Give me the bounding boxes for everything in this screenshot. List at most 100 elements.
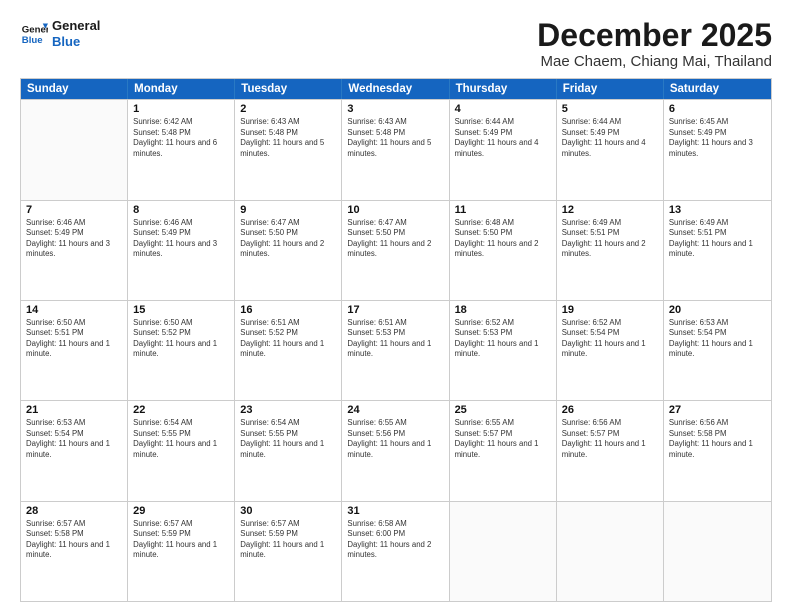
day-number: 2 [240, 103, 336, 115]
calendar-cell: 30Sunrise: 6:57 AM Sunset: 5:59 PM Dayli… [235, 502, 342, 601]
calendar-cell: 2 Sunrise: 6:43 AM Sunset: 5:48 PM Daylig… [235, 100, 342, 199]
cell-info: Sunrise: 6:49 AM Sunset: 5:51 PM Dayligh… [562, 218, 658, 260]
cell-info: Sunrise: 6:56 AM Sunset: 5:58 PM Dayligh… [669, 418, 766, 460]
calendar-cell [557, 502, 664, 601]
calendar-row: 14Sunrise: 6:50 AM Sunset: 5:51 PM Dayli… [21, 300, 771, 400]
weekday-header: Tuesday [235, 79, 342, 99]
day-number: 4 [455, 103, 551, 115]
calendar-cell: 14Sunrise: 6:50 AM Sunset: 5:51 PM Dayli… [21, 301, 128, 400]
cell-info: Sunrise: 6:43 AM Sunset: 5:48 PM Dayligh… [240, 117, 336, 159]
cell-info: Sunrise: 6:44 AM Sunset: 5:49 PM Dayligh… [562, 117, 658, 159]
cell-info: Sunrise: 6:49 AM Sunset: 5:51 PM Dayligh… [669, 218, 766, 260]
calendar-cell: 9 Sunrise: 6:47 AM Sunset: 5:50 PM Daylig… [235, 201, 342, 300]
cell-info: Sunrise: 6:57 AM Sunset: 5:59 PM Dayligh… [133, 519, 229, 561]
day-number: 7 [26, 204, 122, 216]
day-number: 27 [669, 404, 766, 416]
weekday-header: Wednesday [342, 79, 449, 99]
calendar-cell: 20 Sunrise: 6:53 AM Sunset: 5:54 PM Dayli… [664, 301, 771, 400]
calendar-row: 1 Sunrise: 6:42 AM Sunset: 5:48 PM Daylig… [21, 99, 771, 199]
cell-info: Sunrise: 6:52 AM Sunset: 5:53 PM Dayligh… [455, 318, 551, 360]
logo: General Blue General Blue [20, 18, 100, 49]
calendar-cell: 11 Sunrise: 6:48 AM Sunset: 5:50 PM Dayli… [450, 201, 557, 300]
day-number: 15 [133, 304, 229, 316]
cell-info: Sunrise: 6:53 AM Sunset: 5:54 PM Dayligh… [669, 318, 766, 360]
cell-info: Sunrise: 6:51 AM Sunset: 5:53 PM Dayligh… [347, 318, 443, 360]
calendar-cell: 17 Sunrise: 6:51 AM Sunset: 5:53 PM Dayli… [342, 301, 449, 400]
day-number: 11 [455, 204, 551, 216]
day-number: 16 [240, 304, 336, 316]
cell-info: Sunrise: 6:46 AM Sunset: 5:49 PM Dayligh… [133, 218, 229, 260]
calendar-header: SundayMondayTuesdayWednesdayThursdayFrid… [21, 79, 771, 99]
calendar-cell: 21Sunrise: 6:53 AM Sunset: 5:54 PM Dayli… [21, 401, 128, 500]
calendar-cell: 31Sunrise: 6:58 AM Sunset: 6:00 PM Dayli… [342, 502, 449, 601]
day-number: 1 [133, 103, 229, 115]
weekday-header: Saturday [664, 79, 771, 99]
cell-info: Sunrise: 6:55 AM Sunset: 5:57 PM Dayligh… [455, 418, 551, 460]
calendar-cell: 7 Sunrise: 6:46 AM Sunset: 5:49 PM Daylig… [21, 201, 128, 300]
calendar-row: 21Sunrise: 6:53 AM Sunset: 5:54 PM Dayli… [21, 400, 771, 500]
calendar-cell: 8 Sunrise: 6:46 AM Sunset: 5:49 PM Daylig… [128, 201, 235, 300]
day-number: 3 [347, 103, 443, 115]
calendar-cell [21, 100, 128, 199]
day-number: 17 [347, 304, 443, 316]
calendar-cell [664, 502, 771, 601]
logo-icon: General Blue [20, 20, 48, 48]
calendar-cell: 15Sunrise: 6:50 AM Sunset: 5:52 PM Dayli… [128, 301, 235, 400]
cell-info: Sunrise: 6:44 AM Sunset: 5:49 PM Dayligh… [455, 117, 551, 159]
calendar-cell: 25 Sunrise: 6:55 AM Sunset: 5:57 PM Dayli… [450, 401, 557, 500]
calendar-cell: 18 Sunrise: 6:52 AM Sunset: 5:53 PM Dayli… [450, 301, 557, 400]
day-number: 25 [455, 404, 551, 416]
cell-info: Sunrise: 6:57 AM Sunset: 5:58 PM Dayligh… [26, 519, 122, 561]
cell-info: Sunrise: 6:51 AM Sunset: 5:52 PM Dayligh… [240, 318, 336, 360]
weekday-header: Thursday [450, 79, 557, 99]
day-number: 10 [347, 204, 443, 216]
cell-info: Sunrise: 6:48 AM Sunset: 5:50 PM Dayligh… [455, 218, 551, 260]
title-block: December 2025 Mae Chaem, Chiang Mai, Tha… [537, 18, 772, 70]
cell-info: Sunrise: 6:47 AM Sunset: 5:50 PM Dayligh… [347, 218, 443, 260]
calendar-cell: 26Sunrise: 6:56 AM Sunset: 5:57 PM Dayli… [557, 401, 664, 500]
calendar-cell: 22Sunrise: 6:54 AM Sunset: 5:55 PM Dayli… [128, 401, 235, 500]
day-number: 24 [347, 404, 443, 416]
cell-info: Sunrise: 6:57 AM Sunset: 5:59 PM Dayligh… [240, 519, 336, 561]
cell-info: Sunrise: 6:47 AM Sunset: 5:50 PM Dayligh… [240, 218, 336, 260]
weekday-header: Monday [128, 79, 235, 99]
day-number: 31 [347, 505, 443, 517]
cell-info: Sunrise: 6:43 AM Sunset: 5:48 PM Dayligh… [347, 117, 443, 159]
calendar-cell: 23 Sunrise: 6:54 AM Sunset: 5:55 PM Dayli… [235, 401, 342, 500]
calendar-cell: 13 Sunrise: 6:49 AM Sunset: 5:51 PM Dayli… [664, 201, 771, 300]
calendar-cell: 6Sunrise: 6:45 AM Sunset: 5:49 PM Daylig… [664, 100, 771, 199]
day-number: 12 [562, 204, 658, 216]
weekday-header: Sunday [21, 79, 128, 99]
calendar-row: 7 Sunrise: 6:46 AM Sunset: 5:49 PM Daylig… [21, 200, 771, 300]
calendar-cell: 27 Sunrise: 6:56 AM Sunset: 5:58 PM Dayli… [664, 401, 771, 500]
day-number: 8 [133, 204, 229, 216]
calendar-cell: 24 Sunrise: 6:55 AM Sunset: 5:56 PM Dayli… [342, 401, 449, 500]
calendar-cell: 28Sunrise: 6:57 AM Sunset: 5:58 PM Dayli… [21, 502, 128, 601]
cell-info: Sunrise: 6:50 AM Sunset: 5:51 PM Dayligh… [26, 318, 122, 360]
day-number: 22 [133, 404, 229, 416]
weekday-header: Friday [557, 79, 664, 99]
cell-info: Sunrise: 6:56 AM Sunset: 5:57 PM Dayligh… [562, 418, 658, 460]
day-number: 23 [240, 404, 336, 416]
calendar-cell: 29Sunrise: 6:57 AM Sunset: 5:59 PM Dayli… [128, 502, 235, 601]
calendar-cell: 1 Sunrise: 6:42 AM Sunset: 5:48 PM Daylig… [128, 100, 235, 199]
page: General Blue General Blue December 2025 … [0, 0, 792, 612]
location-title: Mae Chaem, Chiang Mai, Thailand [537, 53, 772, 70]
day-number: 18 [455, 304, 551, 316]
cell-info: Sunrise: 6:45 AM Sunset: 5:49 PM Dayligh… [669, 117, 766, 159]
day-number: 13 [669, 204, 766, 216]
cell-info: Sunrise: 6:42 AM Sunset: 5:48 PM Dayligh… [133, 117, 229, 159]
day-number: 19 [562, 304, 658, 316]
cell-info: Sunrise: 6:54 AM Sunset: 5:55 PM Dayligh… [240, 418, 336, 460]
svg-text:Blue: Blue [22, 34, 43, 45]
header: General Blue General Blue December 2025 … [20, 18, 772, 70]
calendar-cell: 16 Sunrise: 6:51 AM Sunset: 5:52 PM Dayli… [235, 301, 342, 400]
cell-info: Sunrise: 6:52 AM Sunset: 5:54 PM Dayligh… [562, 318, 658, 360]
cell-info: Sunrise: 6:55 AM Sunset: 5:56 PM Dayligh… [347, 418, 443, 460]
calendar-cell: 12 Sunrise: 6:49 AM Sunset: 5:51 PM Dayli… [557, 201, 664, 300]
day-number: 9 [240, 204, 336, 216]
day-number: 20 [669, 304, 766, 316]
calendar-cell: 19 Sunrise: 6:52 AM Sunset: 5:54 PM Dayli… [557, 301, 664, 400]
cell-info: Sunrise: 6:53 AM Sunset: 5:54 PM Dayligh… [26, 418, 122, 460]
cell-info: Sunrise: 6:46 AM Sunset: 5:49 PM Dayligh… [26, 218, 122, 260]
